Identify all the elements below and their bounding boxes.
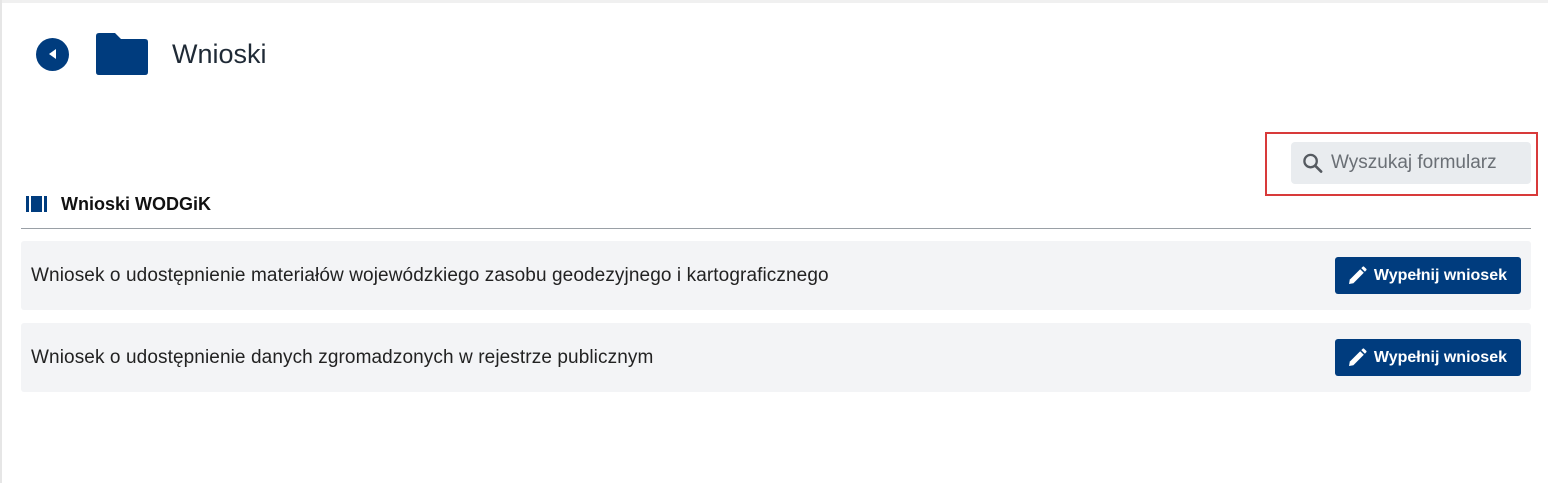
form-title: Wniosek o udostępnienie materiałów wojew…: [31, 264, 829, 286]
left-border: [0, 0, 2, 483]
back-button[interactable]: [36, 37, 69, 71]
folder-icon: [96, 33, 148, 75]
pencil-icon: [1348, 347, 1367, 366]
list-item: Wniosek o udostępnienie materiałów wojew…: [21, 241, 1531, 310]
fill-form-button[interactable]: Wypełnij wniosek: [1334, 257, 1521, 294]
search-input[interactable]: [1331, 152, 1531, 174]
section-divider: [21, 228, 1531, 229]
list-item: Wniosek o udostępnienie danych zgromadzo…: [21, 323, 1531, 392]
form-title: Wniosek o udostępnienie danych zgromadzo…: [31, 346, 654, 368]
section-header: Wnioski WODGiK: [26, 192, 211, 216]
fill-form-button-label: Wypełnij wniosek: [1373, 348, 1507, 366]
search-icon: [1303, 153, 1323, 173]
top-border: [0, 0, 1548, 3]
search-box[interactable]: [1291, 142, 1531, 184]
pencil-icon: [1348, 265, 1367, 284]
page-title: Wnioski: [172, 38, 267, 69]
form-list: Wniosek o udostępnienie materiałów wojew…: [21, 241, 1531, 405]
fill-form-button-label: Wypełnij wniosek: [1373, 266, 1507, 284]
page-header: Wnioski: [36, 33, 267, 75]
book-icon: [26, 196, 47, 212]
search-highlight-frame: [1265, 132, 1538, 196]
back-circle-icon: [48, 49, 56, 59]
section-title: Wnioski WODGiK: [61, 193, 211, 214]
fill-form-button[interactable]: Wypełnij wniosek: [1334, 339, 1521, 376]
